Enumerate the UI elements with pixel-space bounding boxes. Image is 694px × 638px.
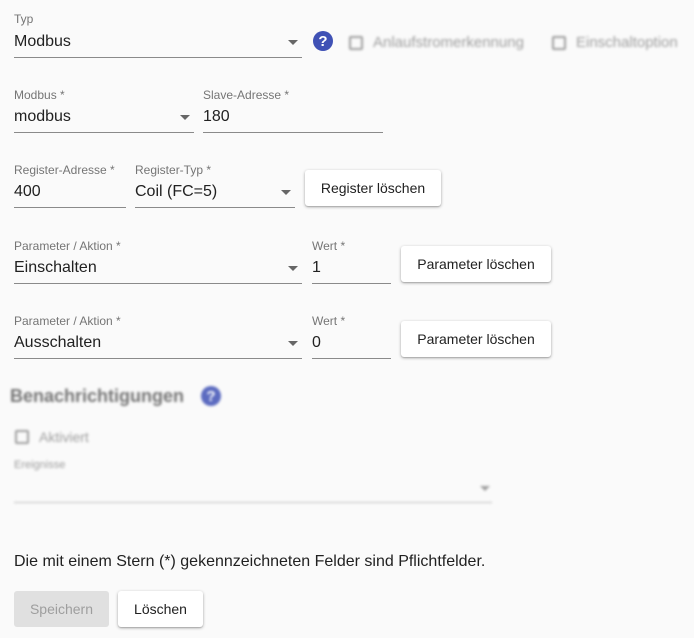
parameter-value-label: Wert * <box>312 239 346 253</box>
parameter-value: 1 <box>312 259 321 276</box>
parameter-action-value: Einschalten <box>14 259 97 276</box>
parameter-value: 0 <box>312 334 321 351</box>
typ-value: Modbus <box>14 33 71 50</box>
events-label: Ereignisse <box>14 459 66 471</box>
delete-parameter-button[interactable]: Parameter löschen <box>401 321 551 357</box>
slave-address-value: 180 <box>203 108 230 125</box>
chevron-down-icon <box>180 115 190 120</box>
parameter-action-value: Ausschalten <box>14 334 102 351</box>
register-type-value: Coil (FC=5) <box>135 183 218 200</box>
parameter-action-underline <box>14 283 302 284</box>
modbus-label: Modbus * <box>14 88 65 102</box>
chevron-down-icon <box>288 266 298 271</box>
notifications-heading: Benachrichtigungen <box>10 386 185 406</box>
register-address-value: 400 <box>14 183 41 200</box>
chevron-down-icon <box>480 486 490 491</box>
parameter-action-underline <box>14 358 302 359</box>
checkbox-icon <box>15 430 29 444</box>
modbus-underline <box>14 132 194 133</box>
events-underline <box>14 502 492 503</box>
slave-address-underline <box>203 132 383 133</box>
activated-label: Aktiviert <box>39 429 89 445</box>
save-button[interactable]: Speichern <box>14 591 109 627</box>
modbus-value: modbus <box>14 108 71 125</box>
chevron-down-icon <box>281 190 291 195</box>
help-icon[interactable]: ? <box>201 386 221 406</box>
required-fields-note: Die mit einem Stern (*) gekennzeichneten… <box>14 553 486 570</box>
anlaufstrom-label: Anlaufstromerkennung <box>373 34 524 51</box>
typ-underline <box>14 57 302 58</box>
checkbox-icon <box>349 36 363 50</box>
register-address-label: Register-Adresse * <box>14 163 115 177</box>
checkbox-icon <box>552 36 566 50</box>
einschaltoption-label: Einschaltoption <box>576 34 678 51</box>
parameter-action-label: Parameter / Aktion * <box>14 314 121 328</box>
register-type-underline <box>135 207 295 208</box>
delete-register-button[interactable]: Register löschen <box>305 170 441 206</box>
chevron-down-icon <box>288 341 298 346</box>
help-icon[interactable]: ? <box>313 31 333 51</box>
parameter-action-label: Parameter / Aktion * <box>14 239 121 253</box>
parameter-value-underline <box>312 283 391 284</box>
parameter-value-underline <box>312 358 391 359</box>
delete-button[interactable]: Löschen <box>118 591 203 627</box>
register-type-label: Register-Typ * <box>135 163 212 177</box>
slave-address-label: Slave-Adresse * <box>203 88 290 102</box>
typ-label: Typ <box>14 12 34 26</box>
register-address-underline <box>14 207 126 208</box>
chevron-down-icon <box>288 40 298 45</box>
parameter-value-label: Wert * <box>312 314 346 328</box>
delete-parameter-button[interactable]: Parameter löschen <box>401 246 551 282</box>
